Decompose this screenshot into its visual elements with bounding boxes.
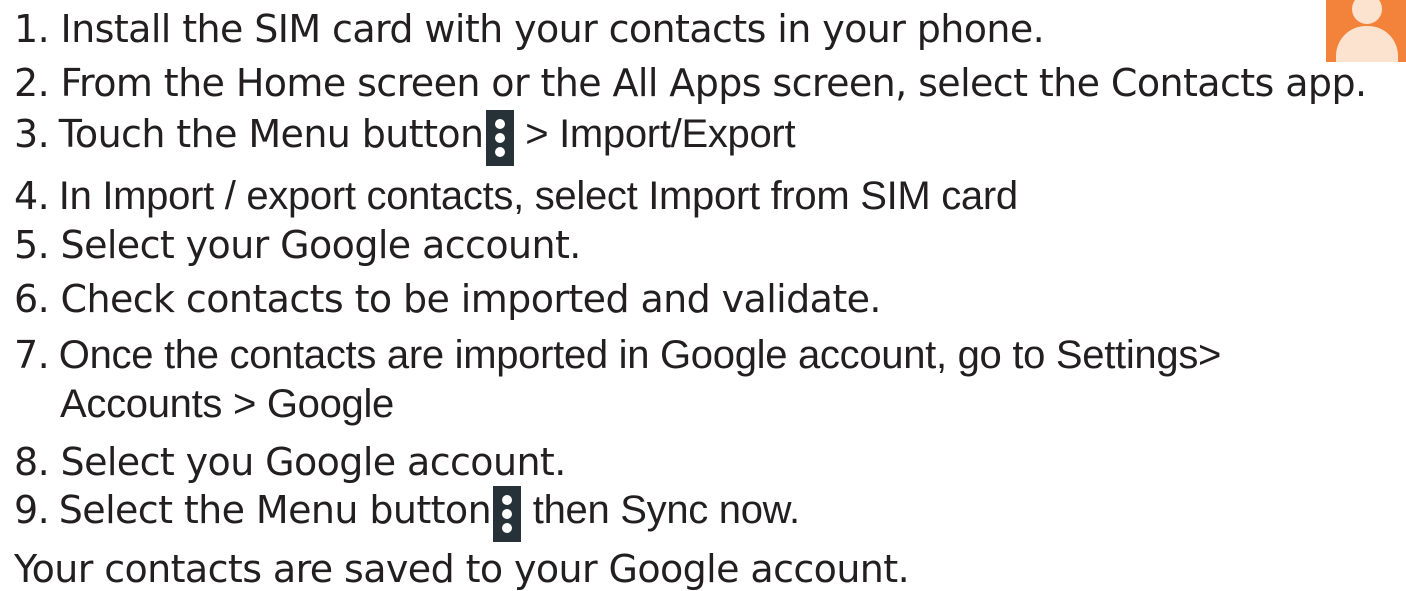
step-text: Select your Google account. — [60, 223, 582, 267]
menu-dots-icon — [493, 486, 522, 542]
step-text: Accounts > Google — [60, 382, 395, 426]
menu-dots-icon — [485, 110, 514, 166]
step-number: 7. — [14, 333, 50, 377]
step-number: 9. — [14, 488, 50, 533]
contacts-app-icon — [1326, 0, 1406, 62]
step-number: 2. — [14, 61, 50, 105]
instructions-document: 1. Install the SIM card with your contac… — [0, 0, 1406, 589]
step-text: Check contacts to be imported and valida… — [60, 277, 882, 321]
step-text: From the Home screen or the All Apps scr… — [60, 61, 1368, 105]
step-3: 3. Touch the Menu button > Import/Export — [14, 110, 796, 166]
step-7: 7. Once the contacts are imported in Goo… — [14, 335, 1221, 375]
step-number: 5. — [14, 223, 50, 267]
step-9: 9. Select the Menu button then Sync now. — [14, 486, 800, 542]
step-8: 8. Select you Google account. — [14, 443, 566, 481]
step-text: Select the Menu button — [58, 488, 492, 533]
step-7-continued: Accounts > Google — [60, 384, 394, 424]
step-1: 1. Install the SIM card with your contac… — [14, 7, 1045, 51]
step-text: Touch the Menu button — [58, 112, 484, 157]
step-5: 5. Select your Google account. — [14, 226, 581, 264]
step-number: 8. — [14, 440, 50, 484]
step-text: Select you Google account. — [60, 440, 567, 484]
step-text: Install the SIM card with your contacts … — [60, 7, 1045, 51]
step-number: 3. — [14, 112, 50, 157]
step-text-after: > Import/Export — [525, 112, 796, 157]
step-text: In Import / export contacts, select Impo… — [58, 174, 1018, 218]
step-4: 4. In Import / export contacts, select I… — [14, 176, 1018, 216]
step-text-after: then Sync now. — [532, 488, 800, 533]
step-2: 2. From the Home screen or the All Apps … — [14, 61, 1368, 105]
step-6: 6. Check contacts to be imported and val… — [14, 280, 881, 318]
step-number: 4. — [14, 174, 50, 218]
step-number: 1. — [14, 7, 50, 51]
step-text: Once the contacts are imported in Google… — [58, 333, 1222, 377]
step-number: 6. — [14, 277, 50, 321]
closing-statement: Your contacts are saved to your Google a… — [14, 547, 910, 591]
closing-text: Your contacts are saved to your Google a… — [14, 547, 910, 591]
